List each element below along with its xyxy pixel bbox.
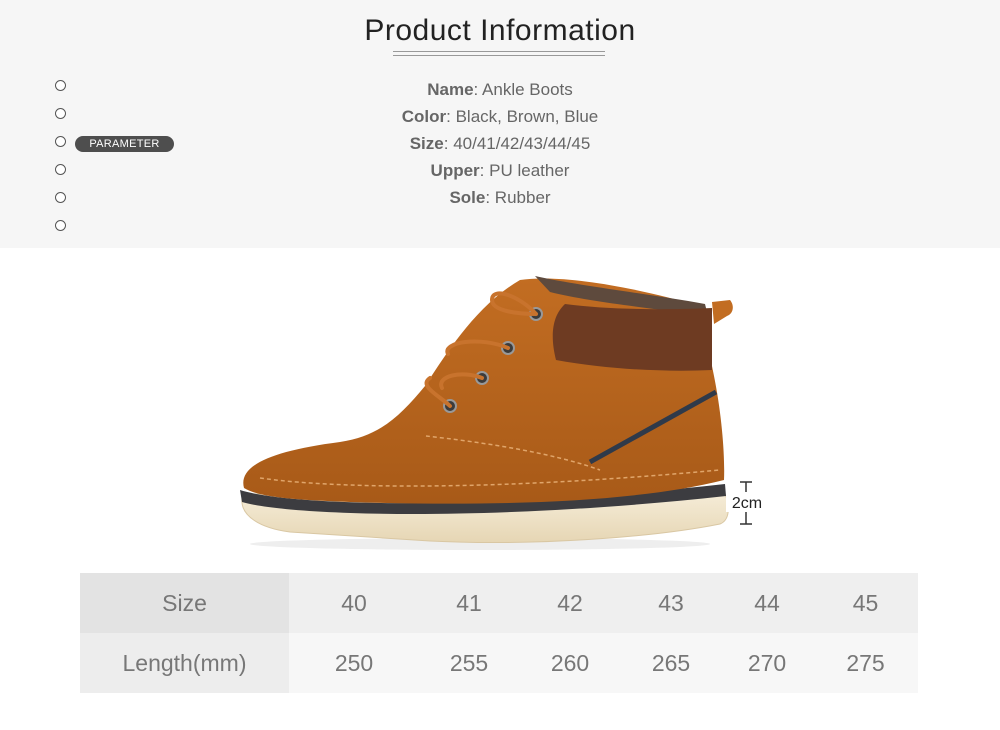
- boot-heel-panel: [552, 304, 712, 371]
- nav-dot[interactable]: [55, 220, 66, 231]
- spec-value: Black, Brown, Blue: [455, 107, 599, 126]
- table-cell: 41: [419, 573, 519, 633]
- table-cell: 43: [621, 573, 721, 633]
- spec-value: Rubber: [494, 188, 551, 207]
- spec-upper: Upper: PU leather: [430, 161, 570, 180]
- table-cell: 42: [519, 573, 621, 633]
- product-image-boot: 2cm: [240, 276, 766, 550]
- spec-size: Size: 40/41/42/43/44/45: [409, 134, 591, 153]
- dimension-label: 2cm: [732, 495, 762, 512]
- spec-key: Sole: [449, 188, 486, 207]
- title-underline: [393, 51, 605, 56]
- page-title: Product Information: [364, 14, 636, 47]
- table-row: Length(mm) 250 255 260 265 270 275: [80, 633, 918, 693]
- spec-key: Upper: [430, 161, 480, 180]
- spec-list: Name: Ankle Boots Color: Black, Brown, B…: [0, 79, 1000, 214]
- spec-value: PU leather: [489, 161, 570, 180]
- table-cell: 40: [289, 573, 419, 633]
- spec-key: Color: [401, 107, 447, 126]
- table-cell: 45: [813, 573, 918, 633]
- spec-key: Size: [409, 134, 444, 153]
- table-cell: 275: [813, 633, 918, 693]
- spec-value: Ankle Boots: [482, 80, 573, 99]
- table-cell: 255: [419, 633, 519, 693]
- table-cell: 270: [721, 633, 813, 693]
- spec-value: 40/41/42/43/44/45: [453, 134, 591, 153]
- table-cell: 250: [289, 633, 419, 693]
- spec-sole: Sole: Rubber: [449, 188, 551, 207]
- row-header: Size: [80, 573, 289, 633]
- spec-key: Name: [427, 80, 474, 99]
- row-header: Length(mm): [80, 633, 289, 693]
- spec-color: Color: Black, Brown, Blue: [401, 107, 599, 126]
- spec-name: Name: Ankle Boots: [427, 80, 573, 99]
- table-cell: 265: [621, 633, 721, 693]
- table-row: Size 40 41 42 43 44 45: [80, 573, 918, 633]
- table-cell: 260: [519, 633, 621, 693]
- table-cell: 44: [721, 573, 813, 633]
- size-table: Size 40 41 42 43 44 45 Length(mm) 250 25…: [80, 573, 918, 693]
- boot-pull-tab: [712, 300, 733, 324]
